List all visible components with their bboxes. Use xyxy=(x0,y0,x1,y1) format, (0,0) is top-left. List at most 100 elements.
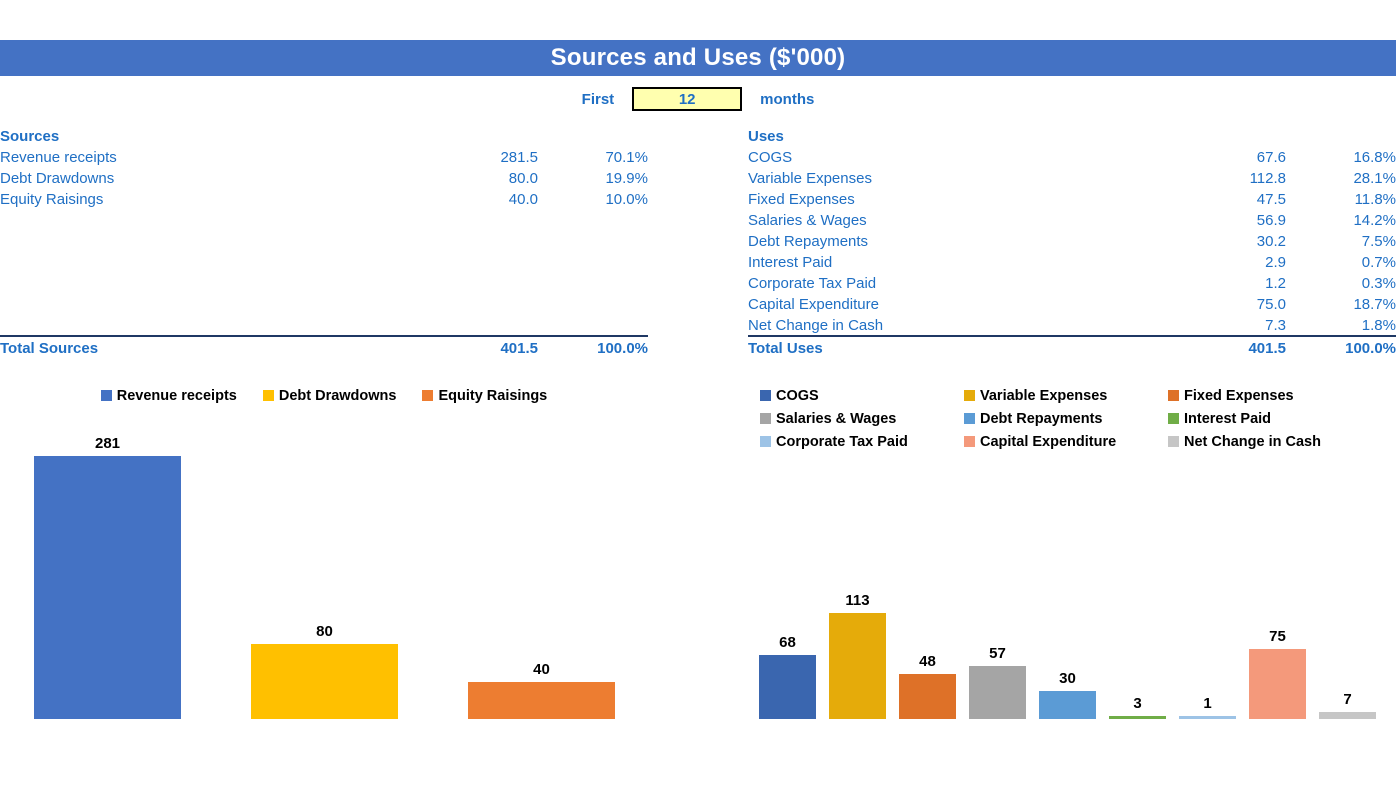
legend-swatch-icon xyxy=(1168,390,1179,401)
legend-item[interactable]: Debt Drawdowns xyxy=(262,387,397,404)
bar[interactable] xyxy=(1109,716,1166,719)
bar[interactable] xyxy=(969,666,1026,719)
row-value: 1.2 xyxy=(1265,275,1286,292)
bar-group: 48 xyxy=(899,648,956,719)
row-label: Capital Expenditure xyxy=(748,296,879,313)
sources-and-uses-dashboard: Sources and Uses ($'000) First months So… xyxy=(0,0,1396,786)
row-percent: 11.8% xyxy=(1354,191,1396,208)
bar[interactable] xyxy=(829,613,886,719)
row-value: 112.8 xyxy=(1249,170,1286,187)
row-value: 7.3 xyxy=(1265,316,1286,334)
legend-label: Revenue receipts xyxy=(116,387,237,404)
section-heading: Sources xyxy=(0,127,60,145)
row-value: 40.0 xyxy=(508,191,538,208)
bar-value-label: 113 xyxy=(845,592,870,609)
table-row: Variable Expenses 112.8 28.1% xyxy=(748,168,1396,189)
sources-table: Sources Revenue receipts 281.5 70.1% Debt Dr… xyxy=(0,126,648,358)
row-value: 30.2 xyxy=(1256,233,1286,250)
bar-group: 68 xyxy=(759,629,816,719)
bar-group: 7 xyxy=(1319,686,1376,719)
total-percent: 100.0% xyxy=(597,340,648,357)
period-prefix-label: First xyxy=(581,90,615,108)
page-title-banner: Sources and Uses ($'000) xyxy=(0,40,1396,76)
spacer-row xyxy=(0,231,648,252)
legend-label: Fixed Expenses xyxy=(1184,387,1294,404)
row-label: Corporate Tax Paid xyxy=(748,275,877,292)
sources-bar-chart: Revenue receipts Debt Drawdowns Equity Rai… xyxy=(0,384,648,784)
bar-value-label: 80 xyxy=(316,623,333,640)
table-row: Debt Repayments 30.2 7.5% xyxy=(748,231,1396,252)
legend-label: Equity Raisings xyxy=(438,387,548,404)
legend-swatch-icon xyxy=(422,390,434,401)
total-label: Total Uses xyxy=(748,340,823,357)
bar-value-label: 57 xyxy=(989,645,1006,662)
table-row: Equity Raisings 40.0 10.0% xyxy=(0,189,648,210)
total-label: Total Sources xyxy=(0,340,99,357)
bar-group: 281 xyxy=(34,430,181,719)
section-heading: Uses xyxy=(748,127,784,145)
uses-table: Uses COGS 67.6 16.8% Variable Expenses 112.8 2… xyxy=(748,126,1396,358)
row-value: 56.9 xyxy=(1256,212,1286,229)
legend-label: Debt Drawdowns xyxy=(278,387,397,404)
legend-swatch-icon xyxy=(1168,413,1179,424)
row-label: Debt Repayments xyxy=(748,233,869,250)
bar[interactable] xyxy=(251,644,398,719)
bar-group: 3 xyxy=(1109,690,1166,719)
bar[interactable] xyxy=(899,674,956,719)
row-value: 80.0 xyxy=(508,170,538,187)
bar[interactable] xyxy=(759,655,816,719)
legend-item[interactable]: Equity Raisings xyxy=(422,388,547,404)
bar-value-label: 40 xyxy=(533,661,550,678)
row-label: COGS xyxy=(748,149,793,166)
bar-group: 80 xyxy=(251,618,398,719)
legend-item[interactable]: COGS xyxy=(760,388,964,404)
bar[interactable] xyxy=(1179,716,1236,719)
total-value: 401.5 xyxy=(500,340,538,357)
legend-item[interactable]: Revenue receipts xyxy=(100,387,237,404)
bar[interactable] xyxy=(1319,712,1376,719)
row-percent: 7.5% xyxy=(1361,233,1396,250)
legend-item[interactable]: Variable Expenses xyxy=(964,388,1168,404)
sources-chart-plot: 281 80 40 xyxy=(0,429,648,719)
bar-value-label: 281 xyxy=(94,435,121,452)
table-row: Salaries & Wages 56.9 14.2% xyxy=(748,210,1396,231)
legend-label: Debt Repayments xyxy=(980,410,1103,427)
legend-item[interactable]: Interest Paid xyxy=(1168,411,1372,427)
row-label: Variable Expenses xyxy=(748,170,872,187)
bar[interactable] xyxy=(1039,691,1096,719)
bar-group: 30 xyxy=(1039,665,1096,719)
row-percent: 16.8% xyxy=(1353,149,1396,166)
legend-swatch-icon xyxy=(262,390,274,401)
row-label: Fixed Expenses xyxy=(748,191,855,208)
uses-table-block: Uses COGS 67.6 16.8% Variable Expenses 112.8 2… xyxy=(748,126,1396,358)
spacer-row xyxy=(0,273,648,294)
section-heading-row: Uses xyxy=(748,126,1396,147)
table-row: Fixed Expenses 47.5 11.8% xyxy=(748,189,1396,210)
bar[interactable] xyxy=(468,682,615,719)
legend-item[interactable]: Salaries & Wages xyxy=(760,411,964,427)
row-label: Debt Drawdowns xyxy=(0,170,115,187)
row-label: Net Change in Cash xyxy=(748,316,884,334)
months-input[interactable] xyxy=(632,87,743,111)
table-row: Debt Drawdowns 80.0 19.9% xyxy=(0,168,648,189)
table-row: Corporate Tax Paid 1.2 0.3% xyxy=(748,273,1396,294)
uses-bar-chart: COGS Variable Expenses Fixed Expenses Salar… xyxy=(748,384,1396,784)
row-label: Revenue receipts xyxy=(0,149,117,166)
legend-swatch-icon xyxy=(760,390,771,401)
bar-group: 40 xyxy=(468,656,615,719)
sources-table-block: Sources Revenue receipts 281.5 70.1% Debt Dr… xyxy=(0,126,648,358)
legend-item[interactable]: Fixed Expenses xyxy=(1168,388,1372,404)
row-label: Salaries & Wages xyxy=(748,212,867,229)
table-row: Capital Expenditure 75.0 18.7% xyxy=(748,294,1396,315)
legend-item[interactable]: Debt Repayments xyxy=(964,411,1168,427)
sources-chart-legend: Revenue receipts Debt Drawdowns Equity Rai… xyxy=(0,384,648,407)
legend-swatch-icon xyxy=(964,413,975,424)
row-value: 281.5 xyxy=(500,149,538,166)
bar[interactable] xyxy=(34,456,181,719)
table-row: Interest Paid 2.9 0.7% xyxy=(748,252,1396,273)
bar-group: 1 xyxy=(1179,690,1236,719)
bar-group: 113 xyxy=(829,587,886,719)
bar[interactable] xyxy=(1249,649,1306,719)
legend-label: COGS xyxy=(776,387,819,404)
row-value: 2.9 xyxy=(1265,254,1286,271)
